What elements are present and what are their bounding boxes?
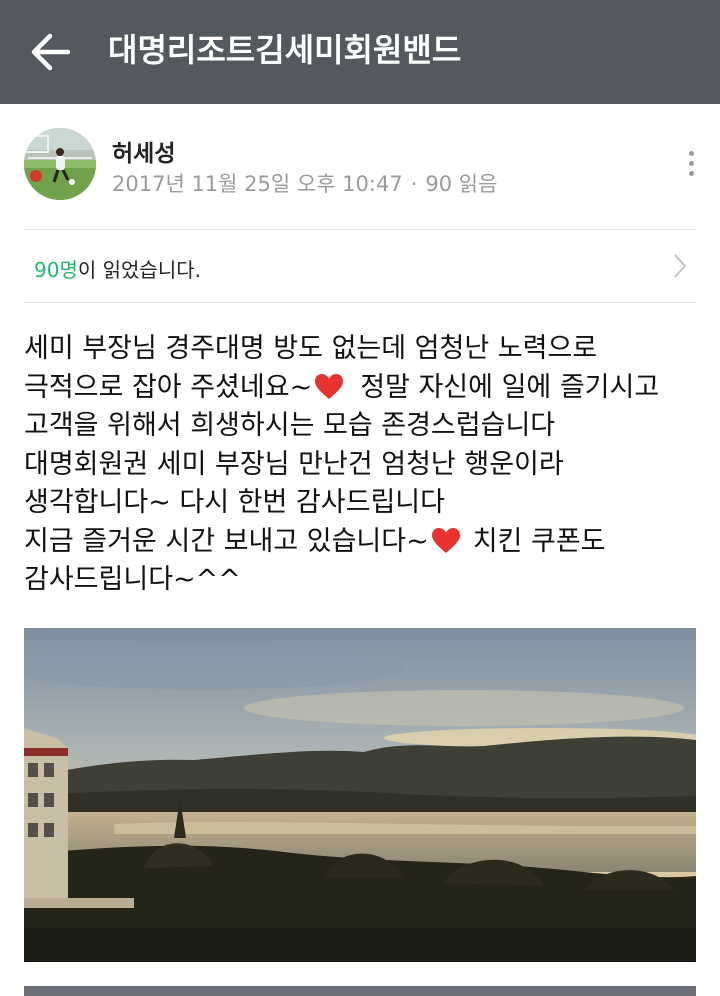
back-button[interactable] (24, 24, 80, 80)
body-text: 극적으로 잡아 주셨네요~ (24, 371, 313, 403)
post-body: 세미 부장님 경주대명 방도 없는데 엄청난 노력으로 극적으로 잡아 주셨네요… (24, 330, 704, 600)
body-text: 정말 자신에 일에 즐기시고 (360, 371, 660, 403)
author-avatar[interactable] (24, 128, 96, 200)
body-text: 지금 즐거운 시간 보내고 있습니다~ (24, 525, 429, 557)
meta-separator: · (410, 172, 418, 196)
readers-count: 90명 (34, 258, 78, 282)
divider (24, 302, 696, 303)
red-heart-icon (431, 527, 460, 553)
body-line: 대명회원권 세미 부장님 만난건 엄청난 행운이라 (24, 448, 564, 480)
body-line: 극적으로 잡아 주셨네요~ 정말 자신에 일에 즐기시고 (24, 369, 704, 408)
top-app-bar: 대명리조트김세미회원밴드 (0, 0, 720, 104)
post-meta: 2017년 11월 25일 오후 10:47 · 90 읽음 (112, 168, 497, 198)
readers-text: 90명이 읽었습니다. (34, 254, 201, 283)
next-photo-edge (24, 986, 696, 996)
body-line: 생각합니다~ 다시 한번 감사드립니다 (24, 487, 445, 518)
body-line: 고객을 위해서 희생하시는 모습 존경스럽습니다 (24, 410, 556, 441)
readers-suffix: 이 읽었습니다. (77, 258, 201, 282)
body-text: 치킨 쿠폰도 (472, 525, 606, 557)
band-title: 대명리조트김세미회원밴드 (108, 31, 462, 69)
readers-row[interactable]: 90명이 읽었습니다. (24, 230, 696, 302)
more-vertical-icon (676, 151, 706, 176)
post-photo[interactable] (24, 628, 696, 962)
more-options-button[interactable] (676, 146, 706, 186)
red-heart-icon (315, 373, 344, 399)
chevron-right-icon (674, 254, 687, 278)
post-date: 2017년 11월 25일 오후 10:47 (112, 172, 403, 196)
body-line: 세미 부장님 경주대명 방도 없는데 엄청난 노력으로 (24, 333, 598, 364)
body-line: 감사드립니다~^^ (24, 564, 241, 595)
body-line: 지금 즐거운 시간 보내고 있습니다~ 치킨 쿠폰도 (24, 523, 704, 562)
author-name[interactable]: 허세성 (112, 134, 175, 168)
read-count: 90 읽음 (425, 172, 498, 196)
arrow-left-icon (31, 33, 71, 71)
